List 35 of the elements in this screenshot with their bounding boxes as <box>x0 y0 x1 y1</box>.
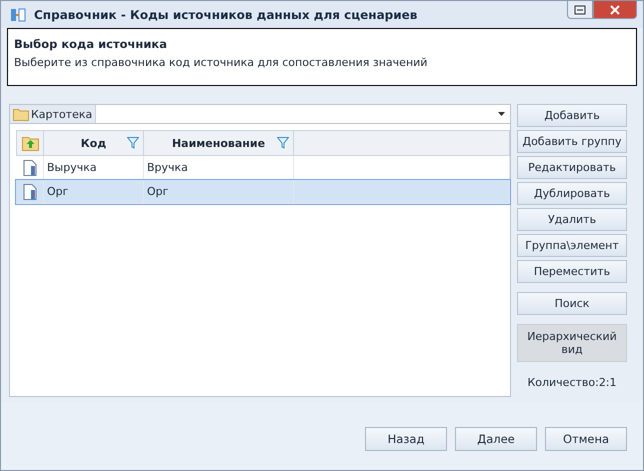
action-button[interactable]: Добавить группу <box>517 130 627 153</box>
header-title: Выбор кода источника <box>14 37 168 51</box>
restore-icon <box>574 4 586 14</box>
document-icon <box>22 184 36 200</box>
action-button[interactable]: Удалить <box>517 208 627 231</box>
window-title: Справочник - Коды источников данных для сценариев <box>34 8 418 22</box>
folder-up-icon[interactable] <box>22 136 38 150</box>
header-description: Выберите из справочника код источника для сопоставления значений <box>14 56 428 69</box>
column-header[interactable]: Наименование <box>144 130 294 156</box>
action-button[interactable]: Редактировать <box>517 156 627 179</box>
action-button[interactable]: Группа\элемент <box>517 234 627 257</box>
action-button[interactable]: Добавить <box>517 104 627 127</box>
dialog-button[interactable]: Назад <box>365 427 447 451</box>
restore-button[interactable] <box>567 1 593 19</box>
table-cell: Орг <box>144 180 294 204</box>
document-icon <box>22 160 36 176</box>
close-button[interactable] <box>593 1 637 19</box>
close-icon <box>610 4 620 14</box>
action-button[interactable]: Переместить <box>517 260 627 283</box>
app-icon <box>10 6 26 22</box>
action-button[interactable]: Дублировать <box>517 182 627 205</box>
table-cell: Орг <box>44 180 144 204</box>
filter-icon[interactable] <box>127 137 139 149</box>
dialog-button[interactable]: Далее <box>455 427 537 451</box>
action-button[interactable]: Иерархический вид <box>517 324 627 362</box>
path-bar[interactable]: Картотека <box>9 104 511 124</box>
count-label: Количество:2:1 <box>526 376 618 389</box>
folder-icon <box>13 108 29 120</box>
table-row[interactable]: Орг Орг <box>16 180 510 204</box>
breadcrumb-item[interactable]: Картотека <box>10 105 96 123</box>
action-button[interactable]: Поиск <box>517 292 627 315</box>
column-header[interactable]: Код <box>44 130 144 156</box>
dialog-button[interactable]: Отмена <box>545 427 627 451</box>
filter-icon[interactable] <box>277 137 289 149</box>
dropdown-arrow-icon[interactable] <box>498 112 505 116</box>
